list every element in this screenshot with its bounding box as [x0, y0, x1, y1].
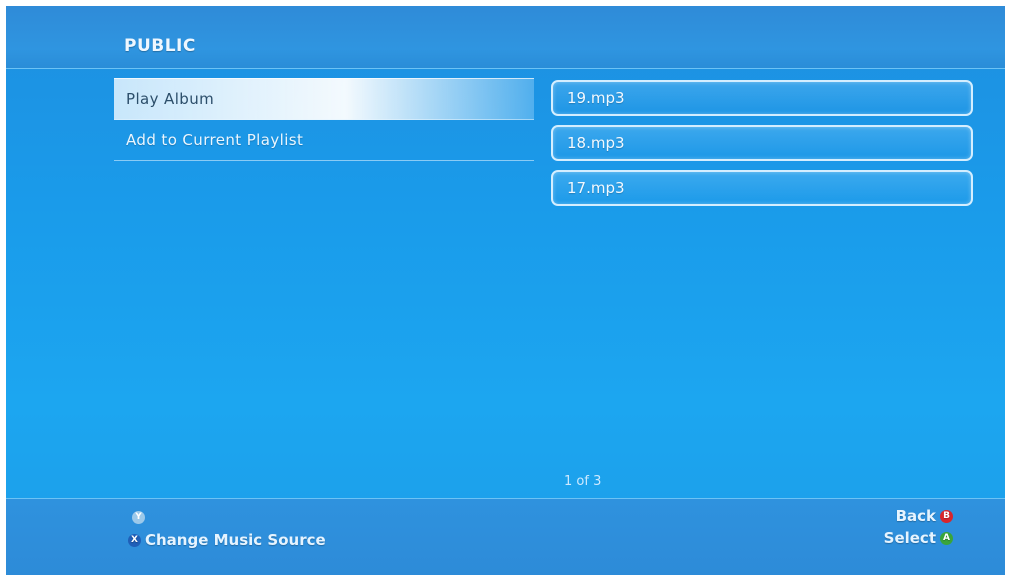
- a-button-icon: A: [940, 532, 953, 545]
- select-button[interactable]: Select A: [884, 527, 953, 549]
- menu-item-add-to-playlist[interactable]: Add to Current Playlist: [114, 120, 534, 161]
- file-item[interactable]: 18.mp3: [551, 125, 973, 161]
- change-music-source-button[interactable]: X Change Music Source: [128, 531, 326, 549]
- media-screen: PUBLIC Play Album Add to Current Playlis…: [6, 6, 1005, 575]
- b-button-icon: B: [940, 510, 953, 523]
- x-button-icon: X: [128, 534, 141, 547]
- back-label: Back: [895, 507, 936, 525]
- footer-actions: Back B Select A: [884, 505, 953, 549]
- file-list: 19.mp3 18.mp3 17.mp3: [551, 80, 973, 215]
- file-item[interactable]: 19.mp3: [551, 80, 973, 116]
- change-music-source-label: Change Music Source: [145, 531, 326, 549]
- back-button[interactable]: Back B: [884, 505, 953, 527]
- action-menu: Play Album Add to Current Playlist: [114, 78, 534, 161]
- page-title: PUBLIC: [124, 36, 196, 56]
- menu-item-play-album[interactable]: Play Album: [114, 78, 534, 120]
- y-button-icon: Y: [132, 511, 145, 524]
- file-item[interactable]: 17.mp3: [551, 170, 973, 206]
- footer-bar: Y X Change Music Source Back B Select A: [6, 498, 1005, 575]
- page-indicator: 1 of 3: [564, 474, 602, 489]
- select-label: Select: [883, 529, 936, 547]
- header-bar: PUBLIC: [6, 6, 1005, 69]
